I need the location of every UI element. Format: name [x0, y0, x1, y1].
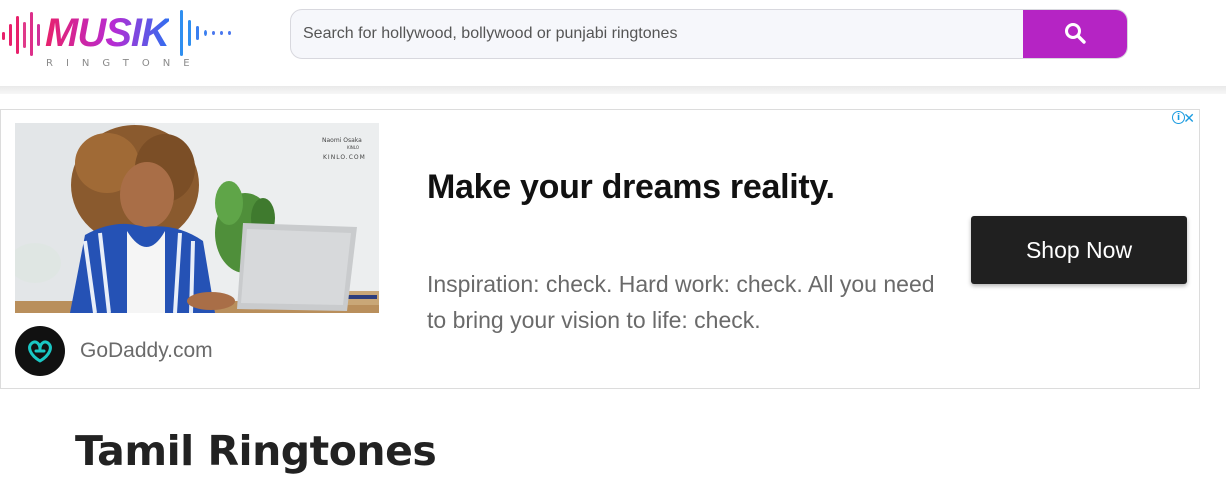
ad-close-icon[interactable]: ✕: [1183, 111, 1195, 127]
logo-tagline: RINGTONE: [46, 58, 203, 69]
ad-image-caption-brand: KINLO: [347, 145, 360, 150]
logo-soundwave-left: [0, 10, 44, 60]
search-bar: [290, 9, 1128, 59]
ad-photo-illustration: [15, 123, 379, 313]
ad-banner[interactable]: Naomi Osaka KINLO KINLO.COM Make your dr…: [0, 109, 1200, 389]
ad-description[interactable]: Inspiration: check. Hard work: check. Al…: [427, 266, 957, 338]
header-divider: [0, 86, 1226, 94]
godaddy-logo-icon[interactable]: [15, 326, 65, 376]
ad-headline[interactable]: Make your dreams reality.: [427, 168, 835, 207]
search-button[interactable]: [1023, 10, 1127, 58]
ad-image-caption-url: KINLO.COM: [323, 154, 366, 161]
logo-soundwave-right: [178, 10, 238, 60]
search-input[interactable]: [291, 10, 1025, 58]
ad-image[interactable]: Naomi Osaka KINLO KINLO.COM: [15, 123, 379, 313]
search-icon: [1063, 21, 1087, 48]
logo-wordmark: MUSIK: [45, 11, 170, 55]
page-title: Tamil Ringtones: [75, 427, 437, 475]
site-header: MUSIK RINGTONE: [0, 0, 1226, 86]
shop-now-button[interactable]: Shop Now: [971, 216, 1187, 284]
site-logo[interactable]: MUSIK RINGTONE: [0, 6, 240, 76]
ad-advertiser-domain[interactable]: GoDaddy.com: [80, 339, 213, 363]
ad-image-caption-name: Naomi Osaka: [322, 137, 362, 144]
